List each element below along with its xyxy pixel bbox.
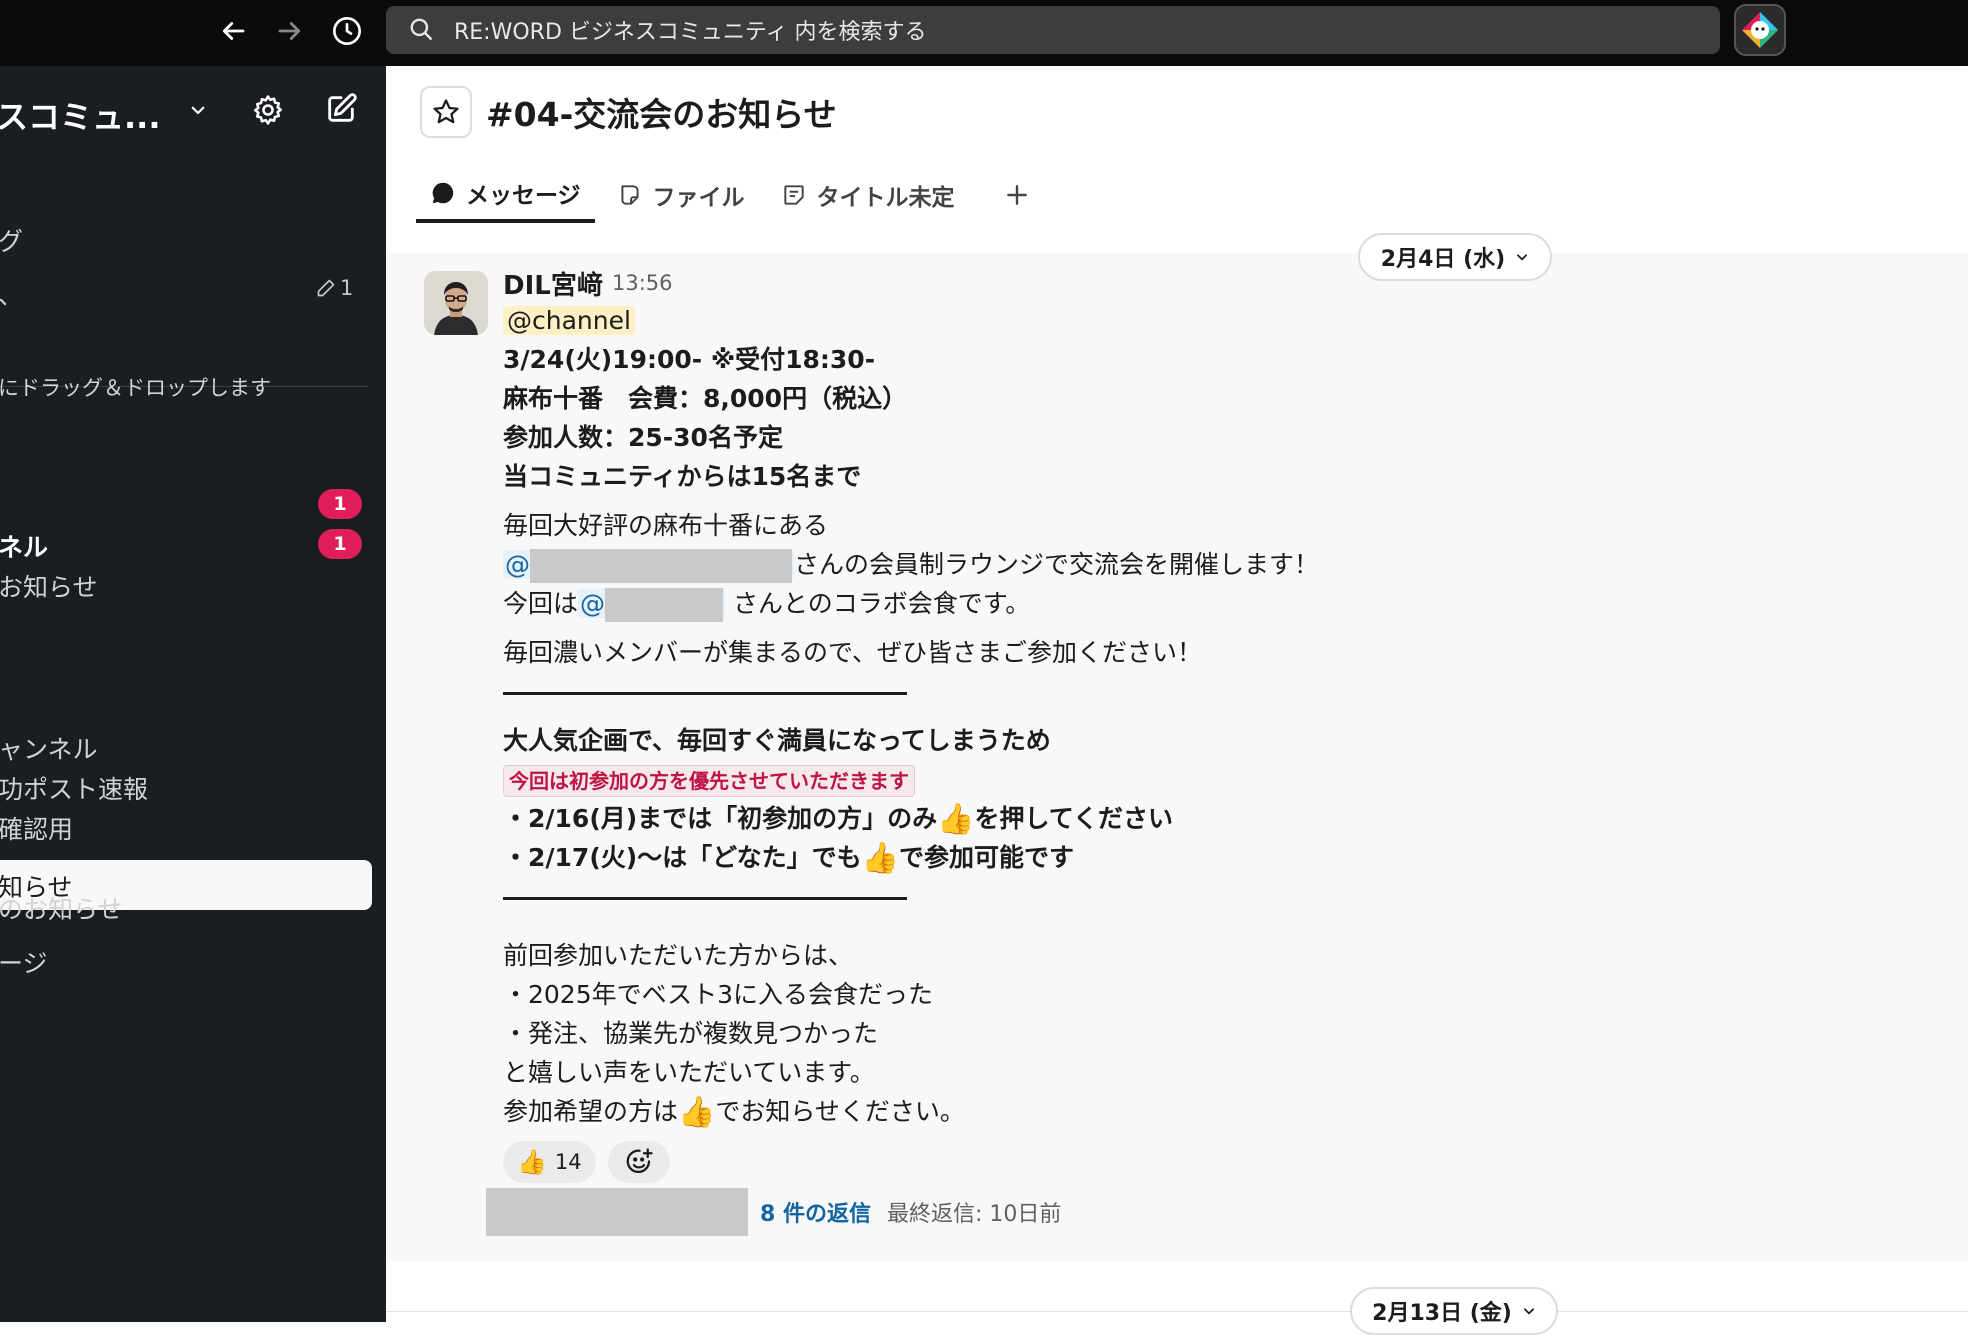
redacted-avatars [486, 1188, 748, 1236]
thumbs-up-icon: 👍 [678, 1095, 716, 1130]
star-icon [433, 99, 459, 124]
channel-title[interactable]: #04-交流会のお知らせ [486, 88, 837, 136]
top-bar: RE:WORD ビジネスコミュニティ 内を検索する [0, 0, 1968, 66]
arrow-right-icon [278, 22, 301, 40]
sidebar-item-success-posts[interactable]: 功ポスト速報 [0, 770, 148, 806]
sidebar-item-activity[interactable]: グ [0, 222, 23, 258]
search-icon [408, 16, 436, 44]
date-divider-line [386, 1311, 1968, 1312]
thumbs-up-icon: 👍 [861, 841, 900, 876]
plus-icon [1006, 184, 1027, 205]
message-line: 3/24(火)19:00- ※受付18:30- [503, 345, 876, 374]
tab-canvas[interactable]: タイトル未定 [767, 166, 969, 223]
chevron-down-icon [1523, 1308, 1534, 1315]
inline-code: 今回は初参加の方を優先させていただきます [503, 765, 915, 797]
back-button[interactable] [212, 10, 254, 52]
message-author[interactable]: DIL宮﨑 [503, 265, 603, 302]
redacted-name [530, 549, 792, 583]
add-reaction-button[interactable] [607, 1141, 670, 1183]
compose-button[interactable] [320, 88, 362, 130]
message-line: 当コミュニティからは15名まで [503, 462, 862, 491]
chevron-down-icon [1517, 254, 1528, 261]
message-line: と嬉しい声をいただいています。 [503, 1058, 875, 1087]
workspace-name[interactable]: スコミュ... [0, 92, 160, 138]
message-line [503, 877, 1703, 916]
arrow-left-icon [222, 22, 245, 40]
sidebar-item-page[interactable]: ージ [0, 944, 48, 980]
channel-mention[interactable]: @channel [503, 306, 635, 335]
thumbs-up-icon: 👍 [937, 802, 975, 837]
thumbs-up-icon: 👍 [517, 1148, 547, 1176]
canvas-icon [783, 184, 804, 205]
user-mention[interactable]: @ [578, 588, 726, 622]
search-bar[interactable]: RE:WORD ビジネスコミュニティ 内を検索する [386, 6, 1720, 54]
message-line: ・2/16(月)までは「初参加の方」のみ👍を押してください [503, 802, 1174, 837]
user-mention[interactable]: @ [503, 549, 794, 583]
message-list: 2月4日 (水) DIL宮﨑 13:56 @channel 3/24(火)19:… [386, 223, 1968, 1335]
add-emoji-icon [626, 1148, 653, 1174]
message-line: @ さんの会員制ラウンジで交流会を開催します！ [503, 545, 1703, 584]
message-line: 参加希望の方は👍でお知らせください。 [503, 1095, 965, 1130]
message-line: ・2/17(火)〜は「どなた」でも👍で参加可能です [503, 841, 1075, 876]
channel-header: #04-交流会のお知らせ メッセージ ファイル タイトル未定 [386, 66, 1968, 225]
reaction-thumbs-up[interactable]: 👍 14 [503, 1141, 596, 1183]
reaction-count: 14 [554, 1150, 582, 1174]
unread-badge: 1 [318, 489, 362, 519]
file-icon [620, 184, 639, 205]
sidebar-item-channels[interactable]: ネル [0, 528, 48, 564]
message-line: ・2025年でベスト3に入る会食だった [503, 980, 934, 1009]
settings-button[interactable] [248, 90, 288, 130]
redacted-name [605, 588, 724, 622]
person-photo [424, 271, 488, 335]
compose-icon [328, 93, 357, 122]
message-body: @channel 3/24(火)19:00- ※受付18:30- 麻布十番 会費… [503, 301, 1703, 1131]
tab-files[interactable]: ファイル [603, 166, 759, 223]
message-line: 今回は初参加の方を優先させていただきます [503, 760, 1703, 799]
message-line: 前回参加いただいた方からは、 [503, 941, 854, 970]
date-divider-button[interactable]: 2月13日 (金) [1350, 1287, 1558, 1335]
horizontal-rule [503, 691, 907, 695]
message-timestamp[interactable]: 13:56 [612, 271, 673, 295]
clock-icon [333, 17, 361, 45]
chevron-down-icon [191, 106, 205, 115]
thread-summary[interactable]: 8 件の返信 最終返信: 10日前 [486, 1188, 1061, 1236]
thread-last-reply: 最終返信: 10日前 [886, 1202, 1062, 1227]
workspace-menu-button[interactable] [184, 96, 212, 124]
message-line: 大人気企画で、毎回すぐ満員になってしまうため [503, 726, 1051, 755]
draft-count: 1 [316, 276, 353, 300]
date-divider-button[interactable]: 2月4日 (水) [1358, 233, 1552, 281]
message-line: 毎回濃いメンバーが集まるので、ぜひ皆さまご参加ください！ [503, 638, 1203, 667]
user-avatar[interactable] [1734, 4, 1786, 56]
forward-button[interactable] [269, 10, 311, 52]
thread-replies-link[interactable]: 8 件の返信 [760, 1196, 871, 1228]
channel-tabs: メッセージ ファイル タイトル未定 [416, 166, 1039, 223]
message-line: 今回は@ さんとのコラボ会食です。 [503, 584, 1703, 623]
sidebar-item-confirm[interactable]: 確認用 [0, 810, 73, 846]
history-button[interactable] [326, 10, 368, 52]
add-tab-button[interactable] [995, 166, 1039, 223]
unread-badge: 1 [318, 529, 362, 559]
tab-messages[interactable]: メッセージ [416, 166, 595, 223]
sidebar-hint: にドラッグ＆ドロップします [0, 376, 271, 400]
message-line: ・発注、協業先が複数見つかった [503, 1019, 879, 1048]
profile-icon [1742, 12, 1778, 48]
pencil-icon [317, 279, 335, 297]
sidebar-item-announcements[interactable]: お知らせ [0, 568, 98, 604]
message-line: 毎回大好評の麻布十番にある [503, 511, 829, 540]
avatar[interactable] [424, 271, 488, 335]
sidebar-item-channel[interactable]: ャンネル [0, 730, 98, 766]
gear-icon [253, 95, 283, 125]
sidebar-item-notice[interactable]: のお知らせ [0, 890, 123, 926]
horizontal-rule [503, 896, 907, 900]
reactions: 👍 14 [503, 1141, 670, 1183]
sidebar: スコミュ... グ 、 1 にドラッグ＆ドロップします 1 ネル 1 お知らせ … [0, 66, 386, 1322]
message-icon [432, 182, 454, 203]
message-line [503, 672, 1703, 711]
search-placeholder: RE:WORD ビジネスコミュニティ 内を検索する [454, 20, 927, 45]
message-line: 参加人数：25-30名予定 [503, 423, 783, 452]
sidebar-item-drafts[interactable]: 、 [0, 276, 23, 312]
star-button[interactable] [420, 86, 472, 138]
message-line: 麻布十番 会費：8,000円（税込） [503, 384, 908, 413]
